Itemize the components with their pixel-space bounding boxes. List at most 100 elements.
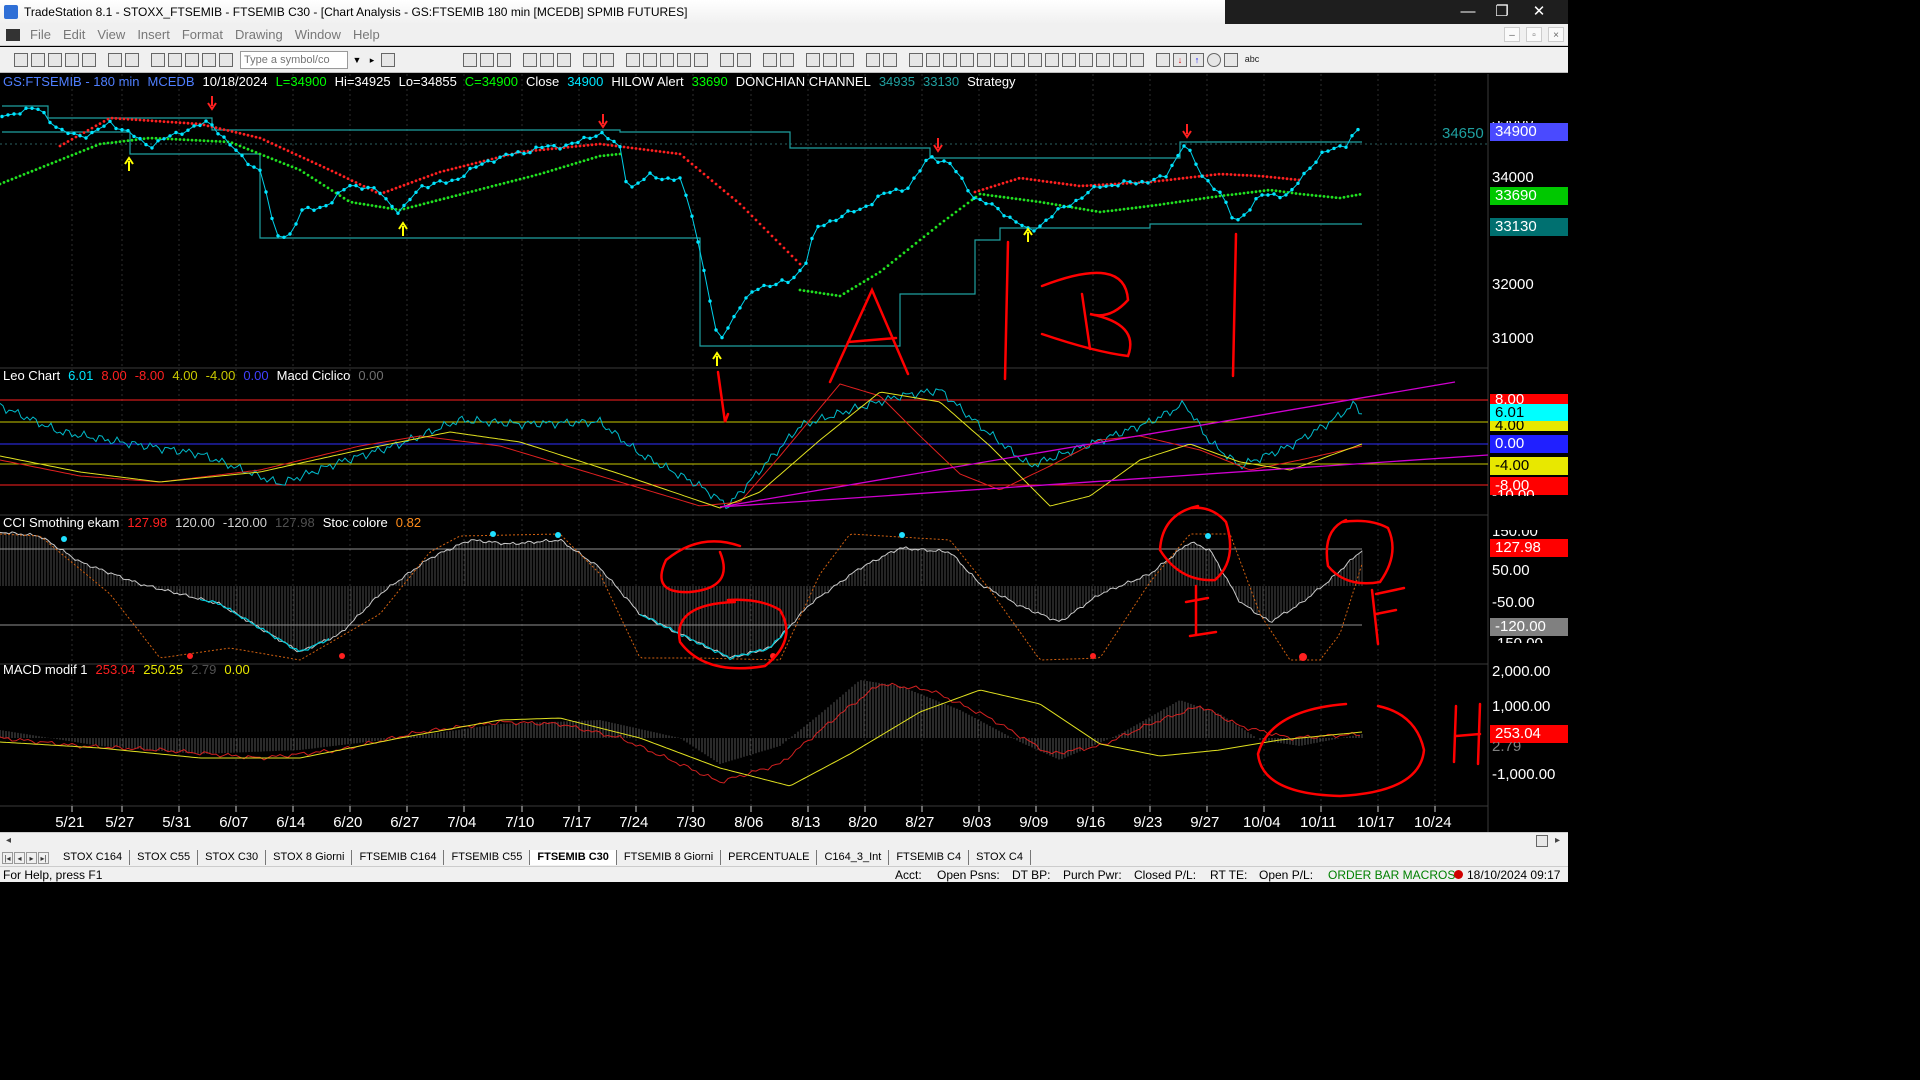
mdi-close-button[interactable]: × bbox=[1548, 27, 1564, 42]
window-cascade-icon[interactable] bbox=[168, 52, 182, 67]
retracement-icon[interactable] bbox=[960, 52, 974, 67]
maximize-button[interactable]: ❐ bbox=[1485, 0, 1519, 24]
new-workspace-icon[interactable] bbox=[31, 52, 45, 67]
zoom-out-icon[interactable] bbox=[780, 52, 794, 67]
chart-analysis-window[interactable]: GS:FTSEMIB - 180 min MCEDB 10/18/2024 L=349… bbox=[0, 74, 1568, 832]
scroll-thumb[interactable] bbox=[1536, 835, 1548, 847]
workspace-tab[interactable]: STOX C164 bbox=[56, 850, 131, 865]
zoom-in-icon[interactable] bbox=[763, 52, 777, 67]
ellipse-icon[interactable] bbox=[1207, 52, 1221, 67]
drawing-tools-icon[interactable] bbox=[202, 52, 216, 67]
menu-edit[interactable]: Edit bbox=[57, 27, 91, 42]
workspace-tab[interactable]: FTSEMIB 8 Giorni bbox=[617, 850, 722, 865]
symbol-lookup-icon[interactable] bbox=[381, 52, 395, 67]
down-arrow-icon[interactable]: ↓ bbox=[1173, 52, 1187, 67]
parallel-lines-icon[interactable] bbox=[1079, 52, 1093, 67]
vertical-lines-icon[interactable] bbox=[926, 52, 940, 67]
date-axis-label: 6/14 bbox=[276, 814, 306, 831]
radar-screen-icon[interactable] bbox=[480, 52, 494, 67]
vertical-grid-lines bbox=[71, 74, 1436, 806]
pointer-icon[interactable] bbox=[806, 52, 820, 67]
expand-horizontal-icon[interactable] bbox=[720, 52, 734, 67]
workspace-tab[interactable]: STOX 8 Giorni bbox=[266, 850, 353, 865]
gann-icon[interactable] bbox=[994, 52, 1008, 67]
tab-nav-first[interactable]: |◂ bbox=[2, 851, 13, 864]
workspace-tab[interactable]: PERCENTUALE bbox=[721, 850, 818, 865]
workspace-tab[interactable]: STOX C55 bbox=[130, 850, 199, 865]
workspace-tab[interactable]: STOX C30 bbox=[198, 850, 267, 865]
screen-icon[interactable] bbox=[866, 52, 880, 67]
close-button[interactable]: ✕ bbox=[1522, 0, 1556, 24]
refresh-icon[interactable] bbox=[557, 52, 571, 67]
new-chart-icon[interactable] bbox=[48, 52, 62, 67]
window-tile-icon[interactable] bbox=[151, 52, 165, 67]
mdi-restore-button[interactable]: ▫ bbox=[1526, 27, 1542, 42]
speed-lines-icon[interactable] bbox=[1011, 52, 1025, 67]
mdi-minimize-button[interactable]: – bbox=[1504, 27, 1520, 42]
order-bar-macros[interactable]: ORDER BAR MACROS bbox=[1328, 868, 1455, 882]
horizontal-lines-icon[interactable] bbox=[943, 52, 957, 67]
curve-icon[interactable] bbox=[1156, 52, 1170, 67]
menu-file[interactable]: File bbox=[24, 27, 57, 42]
ohlc-icon[interactable] bbox=[694, 52, 708, 67]
workspace-tab[interactable]: C164_3_Int bbox=[817, 850, 890, 865]
chart-canvas[interactable] bbox=[0, 74, 1568, 832]
new-file-icon[interactable] bbox=[14, 52, 28, 67]
workspace-tab[interactable]: FTSEMIB C164 bbox=[352, 850, 445, 865]
workspace-tab[interactable]: FTSEMIB C4 bbox=[889, 850, 970, 865]
globe-icon[interactable] bbox=[219, 52, 233, 67]
fan-lines-icon[interactable] bbox=[977, 52, 991, 67]
matrix-icon[interactable] bbox=[497, 52, 511, 67]
tab-nav-prev[interactable]: ◂ bbox=[14, 851, 25, 864]
minimize-button[interactable]: — bbox=[1451, 0, 1485, 24]
leo-cyan-line bbox=[0, 388, 1363, 510]
menu-view[interactable]: View bbox=[91, 27, 131, 42]
freehand-icon[interactable] bbox=[1130, 52, 1144, 67]
save-icon[interactable] bbox=[82, 52, 96, 67]
bar-chart-icon[interactable] bbox=[677, 52, 691, 67]
angle-icon[interactable] bbox=[1045, 52, 1059, 67]
open-folder-icon[interactable] bbox=[65, 52, 79, 67]
print-icon[interactable] bbox=[108, 52, 122, 67]
chart-document-icon[interactable] bbox=[6, 28, 20, 41]
symbol-dropdown-arrow[interactable]: ▼ bbox=[351, 51, 363, 69]
news-icon[interactable] bbox=[643, 52, 657, 67]
arc-icon[interactable] bbox=[1113, 52, 1127, 67]
workspace-tab[interactable]: STOX C4 bbox=[969, 850, 1031, 865]
format-window-icon[interactable] bbox=[600, 52, 614, 67]
text-tool-icon[interactable]: abc bbox=[1241, 53, 1263, 67]
data-window-icon[interactable] bbox=[626, 52, 640, 67]
up-arrow-icon[interactable]: ↑ bbox=[1190, 52, 1204, 67]
chart-window-icon[interactable] bbox=[463, 52, 477, 67]
insert-analysis-icon[interactable] bbox=[523, 52, 537, 67]
menu-drawing[interactable]: Drawing bbox=[229, 27, 289, 42]
chart-horizontal-scrollbar[interactable]: ◂ ▸ bbox=[0, 832, 1568, 849]
fibonacci-icon[interactable] bbox=[1096, 52, 1110, 67]
tab-nav-next[interactable]: ▸ bbox=[26, 851, 37, 864]
arrow-icon[interactable] bbox=[1062, 52, 1076, 67]
rectangle-icon[interactable] bbox=[1224, 52, 1238, 67]
symbol-input[interactable] bbox=[240, 50, 348, 69]
trendline-icon[interactable] bbox=[909, 52, 923, 67]
print-screen-icon[interactable] bbox=[883, 52, 897, 67]
annotation-letter-h bbox=[1452, 702, 1482, 766]
channel-icon[interactable] bbox=[1028, 52, 1042, 67]
menu-window[interactable]: Window bbox=[289, 27, 347, 42]
tools-icon[interactable] bbox=[840, 52, 854, 67]
menu-format[interactable]: Format bbox=[176, 27, 229, 42]
workspace-tab[interactable]: FTSEMIB C30 bbox=[530, 850, 617, 865]
scroll-left-arrow[interactable]: ◂ bbox=[6, 835, 11, 846]
tab-nav-last[interactable]: ▸| bbox=[38, 851, 49, 864]
menu-insert[interactable]: Insert bbox=[131, 27, 176, 42]
insert-strategy-icon[interactable] bbox=[540, 52, 554, 67]
compress-horizontal-icon[interactable] bbox=[737, 52, 751, 67]
drag-icon[interactable] bbox=[823, 52, 837, 67]
symbol-go-arrow[interactable]: ▸ bbox=[366, 51, 378, 69]
menu-help[interactable]: Help bbox=[347, 27, 386, 42]
candlestick-icon[interactable] bbox=[660, 52, 674, 67]
format-symbol-icon[interactable] bbox=[583, 52, 597, 67]
scroll-right-arrow[interactable]: ▸ bbox=[1555, 835, 1560, 846]
print-preview-icon[interactable] bbox=[125, 52, 139, 67]
lock-icon[interactable] bbox=[185, 52, 199, 67]
workspace-tab[interactable]: FTSEMIB C55 bbox=[444, 850, 531, 865]
